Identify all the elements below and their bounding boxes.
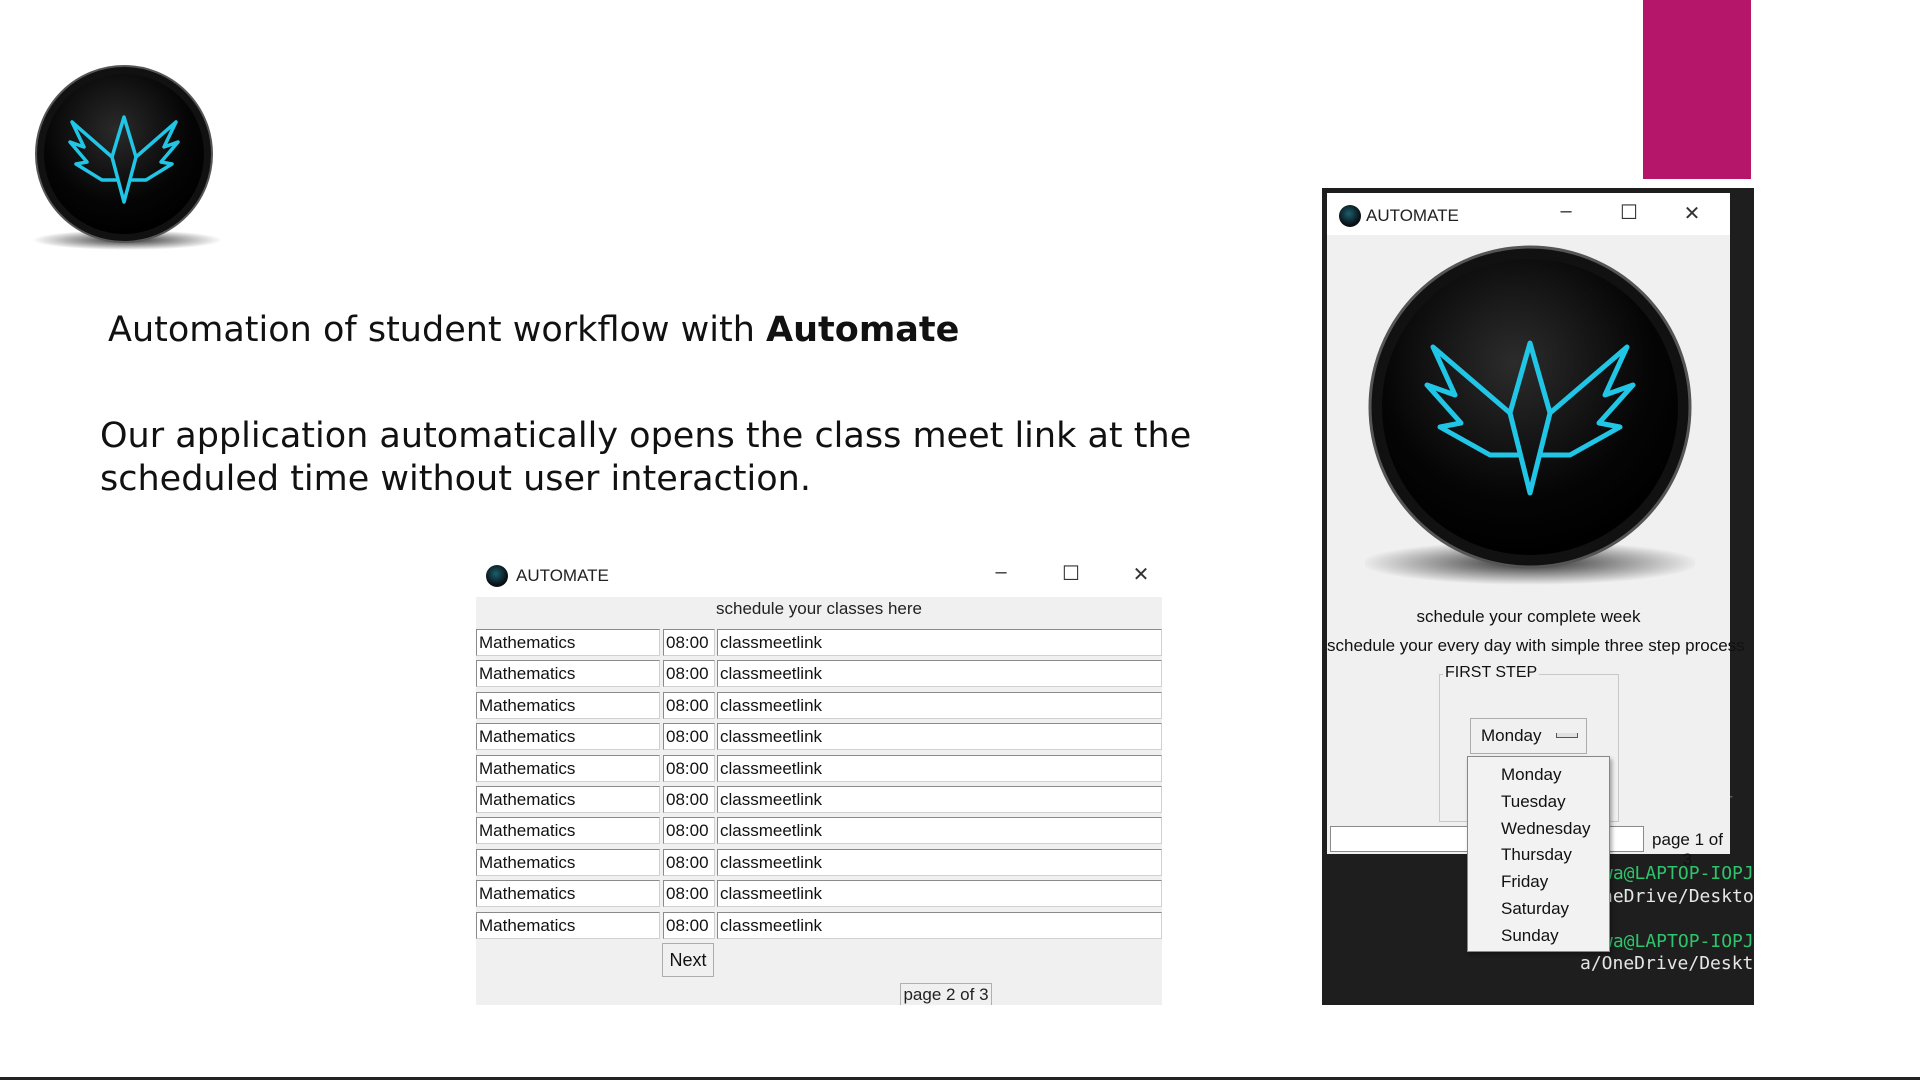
meet-link-field[interactable]: classmeetlink <box>717 911 1162 939</box>
maximize-button[interactable]: ☐ <box>1614 200 1644 225</box>
next-button[interactable]: Next <box>662 943 714 977</box>
dropdown-item-wednesday[interactable]: Wednesday <box>1469 815 1608 842</box>
automate-logo-icon <box>1339 205 1361 227</box>
automate-logo-image <box>32 65 222 250</box>
meet-link-field[interactable]: classmeetlink <box>717 629 1162 656</box>
dropdown-item-tuesday[interactable]: Tuesday <box>1469 788 1608 815</box>
table-row: Mathematics 08:00 classmeetlink <box>476 629 1162 658</box>
dropdown-item-thursday[interactable]: Thursday <box>1469 841 1608 868</box>
schedule-header: schedule your classes here <box>715 599 922 618</box>
table-row: Mathematics 08:00 classmeetlink <box>476 786 1162 815</box>
week-subtitle: schedule your complete week <box>1416 607 1641 626</box>
automate-logo-icon <box>486 565 508 587</box>
table-row: Mathematics 08:00 classmeetlink <box>476 880 1162 909</box>
terminal-line: neDrive/Desktop <box>1602 886 1754 907</box>
meet-link-field[interactable]: classmeetlink <box>717 786 1162 813</box>
slide-body-text: Our application automatically opens the … <box>100 416 1192 499</box>
subject-field[interactable]: Mathematics <box>476 723 660 751</box>
week-description: schedule your every day with simple thre… <box>1327 636 1745 655</box>
table-row: Mathematics 08:00 classmeetlink <box>476 817 1162 846</box>
slide-headline: Automation of student workflow with Auto… <box>108 310 959 350</box>
time-field[interactable]: 08:00 <box>663 817 715 845</box>
subject-field[interactable]: Mathematics <box>476 629 660 656</box>
table-row: Mathematics 08:00 classmeetlink <box>476 848 1162 878</box>
subject-field[interactable]: Mathematics <box>476 660 660 688</box>
meet-link-field[interactable]: classmeetlink <box>717 848 1162 876</box>
schedule-window: AUTOMATE – ☐ ✕ schedule your classes her… <box>476 555 1162 1005</box>
terminal-line: wa@LAPTOP-IOPJI <box>1602 931 1754 952</box>
time-field[interactable]: 08:00 <box>663 911 715 939</box>
time-field[interactable]: 08:00 <box>663 660 715 688</box>
meet-link-field[interactable]: classmeetlink <box>717 691 1162 719</box>
dropdown-indicator-icon <box>1556 733 1578 738</box>
page-indicator: page 1 of 3 <box>1652 830 1723 869</box>
headline-text: Automation of student workflow with <box>108 310 767 350</box>
time-field[interactable]: 08:00 <box>663 786 715 813</box>
minimize-button[interactable]: – <box>1551 200 1581 223</box>
dropdown-item-sunday[interactable]: Sunday <box>1469 922 1608 949</box>
dropdown-item-monday[interactable]: Monday <box>1469 761 1608 788</box>
meet-link-field[interactable]: classmeetlink <box>717 660 1162 688</box>
meet-link-field[interactable]: classmeetlink <box>717 817 1162 845</box>
meet-link-field[interactable]: classmeetlink <box>717 880 1162 908</box>
day-select[interactable]: Monday <box>1470 718 1587 754</box>
page-indicator: page 2 of 3 <box>900 983 992 1005</box>
automate-logo-image <box>1365 245 1695 585</box>
time-field[interactable]: 08:00 <box>663 880 715 908</box>
time-field[interactable]: 08:00 <box>663 754 715 782</box>
close-button[interactable]: ✕ <box>1126 562 1156 587</box>
time-field[interactable]: 08:00 <box>663 848 715 876</box>
headline-brand: Automate <box>766 310 960 350</box>
window-titlebar[interactable]: AUTOMATE – ☐ ✕ <box>1327 193 1730 235</box>
subject-field[interactable]: Mathematics <box>476 880 660 908</box>
subject-field[interactable]: Mathematics <box>476 754 660 782</box>
accent-bar <box>1643 0 1751 179</box>
close-button[interactable]: ✕ <box>1677 201 1707 226</box>
time-field[interactable]: 08:00 <box>663 629 715 656</box>
maximize-button[interactable]: ☐ <box>1056 561 1086 586</box>
week-window: AUTOMATE – ☐ ✕ schedule your complete we… <box>1327 193 1745 869</box>
table-row: Mathematics 08:00 classmeetlink <box>476 754 1162 784</box>
day-dropdown-menu: Monday Tuesday Wednesday Thursday Friday Satu… <box>1467 756 1610 952</box>
subject-field[interactable]: Mathematics <box>476 786 660 813</box>
dropdown-item-friday[interactable]: Friday <box>1469 868 1608 895</box>
dropdown-item-saturday[interactable]: Saturday <box>1469 895 1608 922</box>
time-field[interactable]: 08:00 <box>663 723 715 751</box>
first-step-label: FIRST STEP <box>1443 664 1540 682</box>
window-title: AUTOMATE <box>516 566 609 585</box>
day-select-value: Monday <box>1481 726 1542 745</box>
subject-field[interactable]: Mathematics <box>476 911 660 939</box>
terminal-line: a/OneDrive/Desktop <box>1580 953 1754 974</box>
subject-field[interactable]: Mathematics <box>476 848 660 876</box>
meet-link-field[interactable]: classmeetlink <box>717 754 1162 782</box>
table-row: Mathematics 08:00 classmeetlink <box>476 723 1162 752</box>
table-row: Mathematics 08:00 classmeetlink <box>476 691 1162 721</box>
minimize-button[interactable]: – <box>986 561 1016 584</box>
window-titlebar[interactable]: AUTOMATE – ☐ ✕ <box>476 555 1162 597</box>
subject-field[interactable]: Mathematics <box>476 817 660 845</box>
subject-field[interactable]: Mathematics <box>476 691 660 719</box>
table-row: Mathematics 08:00 classmeetlink <box>476 660 1162 689</box>
table-row: Mathematics 08:00 classmeetlink <box>476 911 1162 941</box>
meet-link-field[interactable]: classmeetlink <box>717 723 1162 751</box>
time-field[interactable]: 08:00 <box>663 691 715 719</box>
window-title: AUTOMATE <box>1366 206 1459 225</box>
